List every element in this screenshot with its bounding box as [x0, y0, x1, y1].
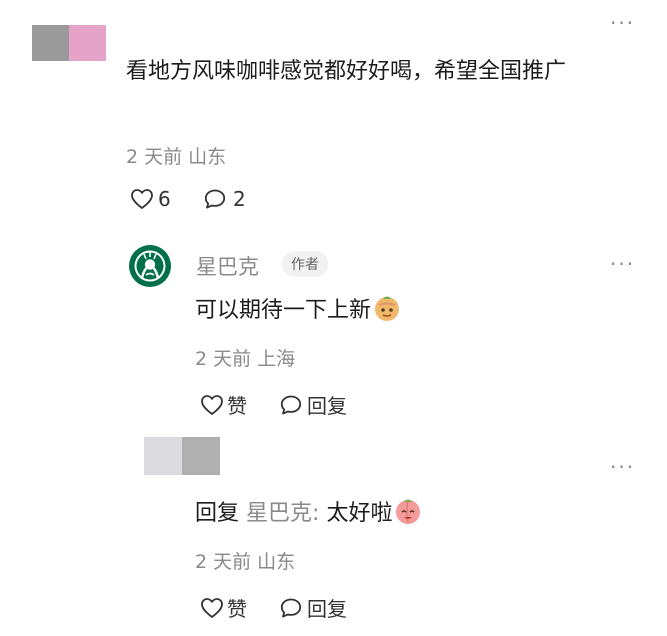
reply1-text-content: 可以期待一下上新 [195, 298, 372, 323]
reply-label: 回复 [307, 597, 347, 621]
like-label: 赞 [227, 394, 247, 418]
reply2-like-button[interactable]: 赞 [200, 593, 247, 622]
reply2-avatar[interactable] [144, 437, 220, 475]
reply1-text: 可以期待一下上新 [195, 294, 401, 328]
like-label: 赞 [227, 597, 247, 621]
reply1-like-button[interactable]: 赞 [200, 390, 247, 419]
avatar-block-pink [69, 25, 106, 61]
comment-bubble-icon [204, 189, 226, 209]
comment-bubble-icon [280, 598, 302, 617]
comment-like-button[interactable]: 6 [130, 187, 171, 211]
avatar-block-light [144, 437, 182, 475]
reply2-meta: 2 天前 山东 [195, 551, 296, 573]
reply-label: 回复 [307, 394, 347, 418]
reply-prefix: 回复 [195, 501, 240, 526]
comment-text: 看地方风味咖啡感觉都好好喝，希望全国推广 [126, 59, 567, 84]
reply1-meta: 2 天前 上海 [195, 348, 296, 370]
peach-sneaky-emoji [375, 296, 400, 321]
avatar-block-gray [32, 25, 69, 61]
avatar-block-gray [182, 437, 220, 475]
comment-bubble-icon [280, 395, 302, 414]
starbucks-logo-icon [129, 245, 171, 287]
comment-more-icon[interactable]: ··· [610, 13, 635, 33]
comment-reply-button[interactable]: 2 [203, 187, 246, 211]
reply1-reply-button[interactable]: 回复 [279, 390, 347, 419]
reply1-more-icon[interactable]: ··· [610, 254, 635, 274]
reply1-author[interactable]: 星巴克 [196, 251, 259, 281]
reply2-more-icon[interactable]: ··· [610, 457, 635, 477]
reply2-text-content: 太好啦 [326, 501, 393, 526]
peach-happy-emoji [396, 499, 421, 524]
reply-count: 2 [233, 187, 246, 211]
reply2-text: 回复 星巴克: 太好啦 [195, 497, 422, 531]
heart-icon [201, 394, 223, 415]
comment-avatar[interactable] [32, 25, 106, 61]
comment-meta: 2 天前 山东 [126, 146, 227, 168]
like-count: 6 [158, 187, 171, 211]
author-badge: 作者 [282, 251, 328, 277]
heart-icon [201, 597, 223, 618]
reply2-reply-button[interactable]: 回复 [279, 593, 347, 622]
starbucks-avatar[interactable] [129, 245, 171, 287]
mention-link[interactable]: 星巴克: [246, 501, 319, 526]
heart-icon [131, 189, 153, 209]
